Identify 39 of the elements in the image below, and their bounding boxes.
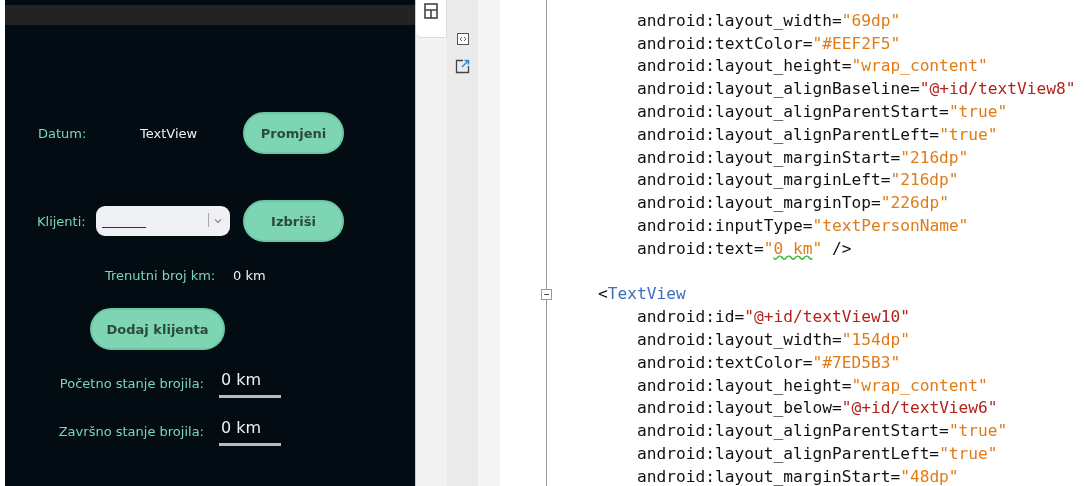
change-button[interactable]: Promjeni <box>243 112 344 154</box>
odometer-field[interactable]: 0 km <box>219 416 281 446</box>
code-line: android:layout_alignBaseline="@+id/textView8" <box>637 79 1076 99</box>
code-line: android:layout_marginStart="48dp" <box>637 466 959 486</box>
layout-icon <box>424 3 438 19</box>
code-line: android:layout_alignParentLeft="true" <box>637 444 998 464</box>
current-km-value: 0 km <box>233 267 266 283</box>
code-line: android:layout_marginStart="216dp" <box>637 147 969 167</box>
code-line: android:id="@+id/textView10" <box>637 307 910 327</box>
clients-dropdown[interactable] <box>96 206 230 236</box>
code-icon[interactable] <box>456 33 469 45</box>
code-line: android:layout_width="69dp" <box>637 10 901 30</box>
code-line: android:layout_marginTop="226dp" <box>637 193 949 213</box>
code-line: android:layout_marginLeft="216dp" <box>637 170 959 190</box>
date-value: TextView <box>140 125 199 141</box>
code-line: android:layout_alignParentStart="true" <box>637 421 1008 441</box>
code-line: android:layout_height="wrap_content" <box>637 56 988 76</box>
code-line: android:layout_height="wrap_content" <box>637 375 988 395</box>
caret-icon <box>214 218 222 224</box>
collapse-icon[interactable] <box>541 288 552 300</box>
code-line: android:textColor="#EEF2F5" <box>637 33 901 53</box>
odometer-label: Početno stanje brojila: <box>58 375 205 391</box>
clients-label: Klijenti: <box>37 213 87 229</box>
date-label: Datum: <box>38 125 88 141</box>
design-tab[interactable] <box>416 0 447 38</box>
code-line: android:layout_alignParentLeft="true" <box>637 124 998 144</box>
code-line: android:layout_alignParentStart="true" <box>637 102 1008 122</box>
code-line: android:inputType="textPersonName" <box>637 216 969 236</box>
delete-button[interactable]: Izbriši <box>243 200 344 242</box>
code-line: <TextView <box>598 284 686 304</box>
add-client-button[interactable]: Dodaj klijenta <box>90 308 225 350</box>
code-line: android:layout_below="@+id/textView6" <box>637 398 998 418</box>
external-link-icon[interactable] <box>455 59 470 74</box>
code-line: android:text="0 km" /> <box>637 238 852 258</box>
code-line: android:layout_width="154dp" <box>637 330 910 350</box>
code-line: android:textColor="#7ED5B3" <box>637 352 901 372</box>
odometer-field[interactable]: 0 km <box>219 368 281 398</box>
odometer-label: Završno stanje brojila: <box>57 423 205 439</box>
current-km-label: Trenutni broj km: <box>105 267 217 283</box>
